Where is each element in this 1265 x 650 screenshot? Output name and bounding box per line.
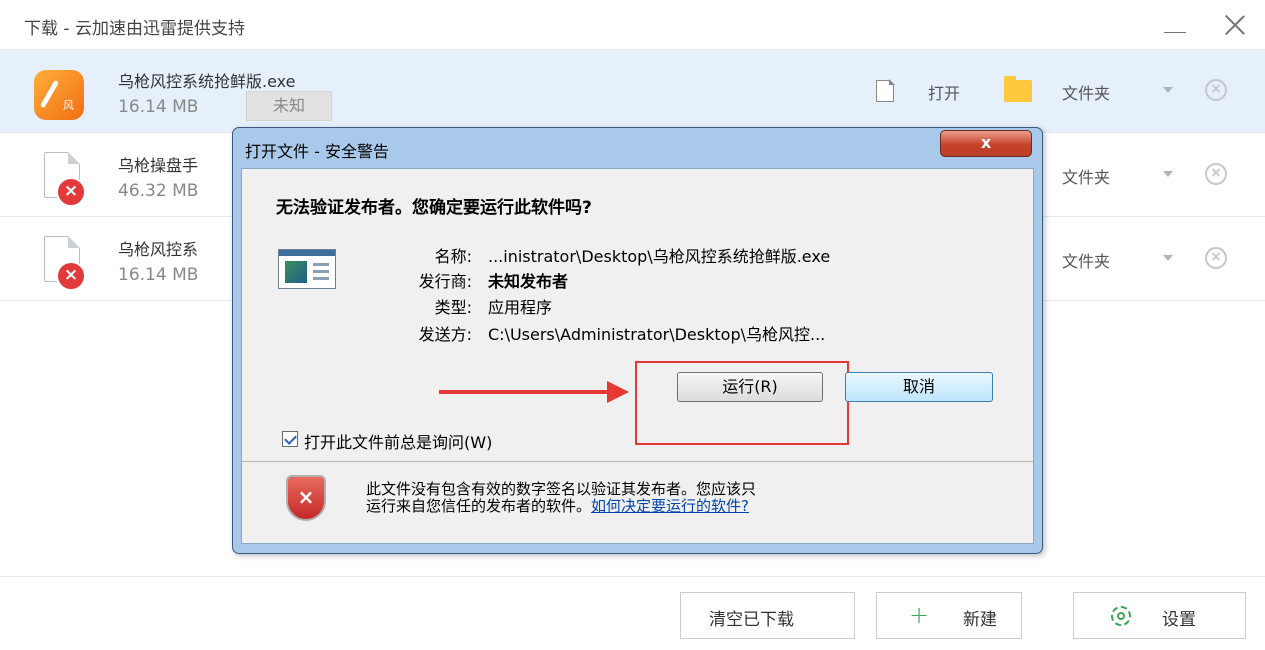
cancel-button[interactable]: 取消 xyxy=(845,372,993,402)
file-size: 16.14 MB xyxy=(118,265,199,285)
document-icon[interactable] xyxy=(876,79,895,102)
new-task-button[interactable]: + 新建 xyxy=(876,592,1022,639)
file-size: 46.32 MB xyxy=(118,181,199,201)
always-ask-label[interactable]: 打开此文件前总是询问(W) xyxy=(304,429,492,453)
clear-downloads-button[interactable]: 清空已下载 xyxy=(680,592,855,639)
folder-button[interactable]: 文件夹 xyxy=(1062,80,1110,104)
field-value-publisher: 未知发布者 xyxy=(488,272,569,291)
field-label-name: 名称: xyxy=(434,247,472,266)
gear-icon xyxy=(1111,606,1131,626)
open-button[interactable]: 打开 xyxy=(928,80,960,104)
title-bar: 下载 - 云加速由迅雷提供支持 xyxy=(0,0,1265,50)
annotation-arrow xyxy=(439,390,609,394)
settings-button[interactable]: 设置 xyxy=(1073,592,1246,639)
cancel-circle-icon[interactable]: × xyxy=(1205,163,1227,185)
application-icon xyxy=(278,249,336,289)
new-task-label: 新建 xyxy=(963,610,997,630)
file-error-icon: × xyxy=(56,177,86,207)
window-title: 下载 - 云加速由迅雷提供支持 xyxy=(24,19,245,39)
folder-button[interactable]: 文件夹 xyxy=(1062,164,1110,188)
dialog-divider xyxy=(242,461,1033,462)
minimize-icon[interactable] xyxy=(1162,12,1188,38)
help-link[interactable]: 如何决定要运行的软件? xyxy=(591,497,749,515)
field-label-from: 发送方: xyxy=(418,325,472,344)
plus-icon: + xyxy=(909,601,930,629)
field-label-publisher: 发行商: xyxy=(418,272,472,291)
file-name: 乌枪操盘手 xyxy=(118,156,199,175)
warning-line-2: 运行来自您信任的发布者的软件。 xyxy=(366,497,592,515)
warning-message: 此文件没有包含有效的数字签名以验证其发布者。您应该只 运行来自您信任的发布者的软… xyxy=(366,481,1006,515)
settings-label: 设置 xyxy=(1162,610,1196,630)
status-badge: 未知 xyxy=(246,91,332,121)
warning-line-1: 此文件没有包含有效的数字签名以验证其发布者。您应该只 xyxy=(366,480,757,498)
field-value-type: 应用程序 xyxy=(488,298,553,317)
run-button[interactable]: 运行(R) xyxy=(677,372,823,402)
dialog-title: 打开文件 - 安全警告 xyxy=(245,142,389,161)
field-value-name: ...inistrator\Desktop\乌枪风控系统抢鲜版.exe xyxy=(488,247,831,266)
shield-error-icon: × xyxy=(286,475,326,521)
file-error-icon: × xyxy=(56,261,86,291)
download-row[interactable]: 风 乌枪风控系统抢鲜版.exe 16.14 MB 未知 打开 文件夹 × xyxy=(0,50,1265,133)
folder-button[interactable]: 文件夹 xyxy=(1062,248,1110,272)
close-icon[interactable] xyxy=(1220,10,1250,40)
file-size: 16.14 MB xyxy=(118,97,199,117)
footer-divider xyxy=(0,576,1265,577)
file-name: 乌枪风控系 xyxy=(118,240,199,259)
dialog-body: 无法验证发布者。您确定要运行此软件吗? 名称: ...inistrator\De… xyxy=(241,168,1034,544)
always-ask-checkbox[interactable] xyxy=(282,431,298,447)
cancel-circle-icon[interactable]: × xyxy=(1205,247,1227,269)
field-label-type: 类型: xyxy=(434,298,472,317)
folder-icon[interactable] xyxy=(1004,76,1032,102)
field-value-from: C:\Users\Administrator\Desktop\乌枪风控... xyxy=(488,325,826,344)
caret-down-icon[interactable] xyxy=(1163,255,1173,261)
dialog-question: 无法验证发布者。您确定要运行此软件吗? xyxy=(276,198,592,218)
caret-down-icon[interactable] xyxy=(1163,87,1173,93)
annotation-arrow-head xyxy=(607,381,629,403)
caret-down-icon[interactable] xyxy=(1163,171,1173,177)
cancel-circle-icon[interactable]: × xyxy=(1205,79,1227,101)
dialog-close-button[interactable]: x xyxy=(940,130,1032,157)
clear-downloads-label: 清空已下载 xyxy=(709,610,794,630)
file-name: 乌枪风控系统抢鲜版.exe xyxy=(118,72,296,91)
app-icon: 风 xyxy=(34,70,84,120)
security-warning-dialog: 打开文件 - 安全警告 x 无法验证发布者。您确定要运行此软件吗? 名称: ..… xyxy=(232,127,1043,554)
